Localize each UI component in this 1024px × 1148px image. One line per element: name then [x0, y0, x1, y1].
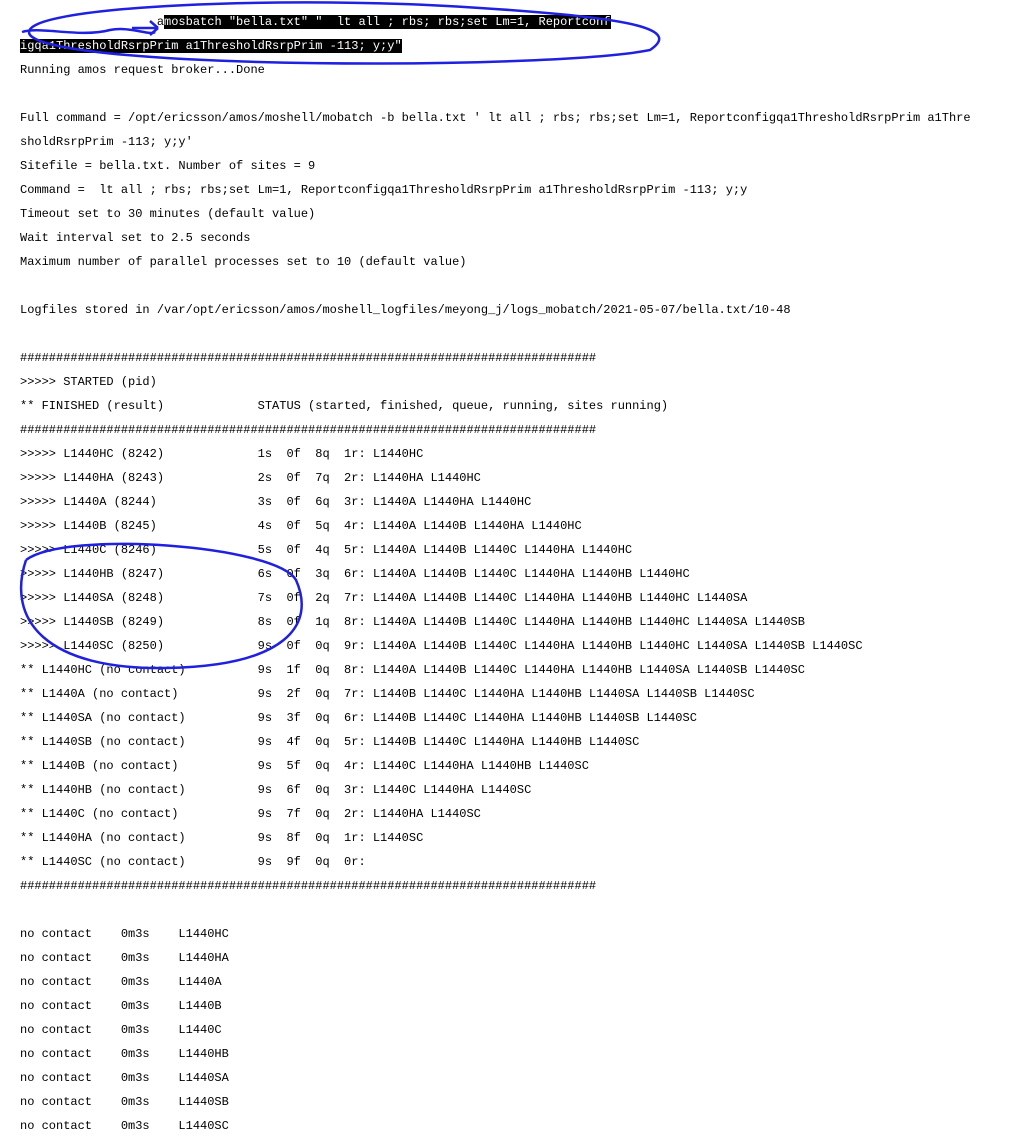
nocontact-row: no contact 0m3s L1440SC: [20, 1120, 1022, 1132]
status-row: >>>>> L1440B (8245) 4s 0f 5q 4r: L1440A …: [20, 520, 1022, 532]
started-header: >>>>> STARTED (pid): [20, 376, 1022, 388]
blank: [20, 280, 1022, 292]
nocontact-row: no contact 0m3s L1440SA: [20, 1072, 1022, 1084]
cmd-line-2: igqa1ThresholdRsrpPrim a1ThresholdRsrpPr…: [20, 40, 1022, 52]
running-line: Running amos request broker...Done: [20, 64, 1022, 76]
full-command-2: sholdRsrpPrim -113; y;y': [20, 136, 1022, 148]
blank: [20, 88, 1022, 100]
status-row: ** L1440HA (no contact) 9s 8f 0q 1r: L14…: [20, 832, 1022, 844]
status-row: >>>>> L1440SC (8250) 9s 0f 0q 9r: L1440A…: [20, 640, 1022, 652]
status-row: >>>>> L1440A (8244) 3s 0f 6q 3r: L1440A …: [20, 496, 1022, 508]
command-line: Command = lt all ; rbs; rbs;set Lm=1, Re…: [20, 184, 1022, 196]
timeout-line: Timeout set to 30 minutes (default value…: [20, 208, 1022, 220]
logfiles-line: Logfiles stored in /var/opt/ericsson/amo…: [20, 304, 1022, 316]
cmd-prefix: a: [157, 15, 164, 29]
nocontact-row: no contact 0m3s L1440A: [20, 976, 1022, 988]
sep-bar: ########################################…: [20, 352, 1022, 364]
status-row: ** L1440B (no contact) 9s 5f 0q 4r: L144…: [20, 760, 1022, 772]
status-row: ** L1440SA (no contact) 9s 3f 0q 6r: L14…: [20, 712, 1022, 724]
blank: [20, 904, 1022, 916]
status-row: ** L1440HB (no contact) 9s 6f 0q 3r: L14…: [20, 784, 1022, 796]
full-command-1: Full command = /opt/ericsson/amos/moshel…: [20, 112, 1022, 124]
nocontact-row: no contact 0m3s L1440SB: [20, 1096, 1022, 1108]
highlighted-command-2: igqa1ThresholdRsrpPrim a1ThresholdRsrpPr…: [20, 39, 402, 53]
status-row: ** L1440HC (no contact) 9s 1f 0q 8r: L14…: [20, 664, 1022, 676]
nocontact-row: no contact 0m3s L1440C: [20, 1024, 1022, 1036]
status-row: ** L1440SC (no contact) 9s 9f 0q 0r:: [20, 856, 1022, 868]
nocontact-row: no contact 0m3s L1440HA: [20, 952, 1022, 964]
status-row: >>>>> L1440HB (8247) 6s 0f 3q 6r: L1440A…: [20, 568, 1022, 580]
sep-bar: ########################################…: [20, 880, 1022, 892]
status-row: >>>>> L1440C (8246) 5s 0f 4q 5r: L1440A …: [20, 544, 1022, 556]
cmd-line-1: amosbatch "bella.txt" " lt all ; rbs; rb…: [20, 16, 1022, 28]
status-row: ** L1440A (no contact) 9s 2f 0q 7r: L144…: [20, 688, 1022, 700]
blank: [20, 328, 1022, 340]
sitefile-line: Sitefile = bella.txt. Number of sites = …: [20, 160, 1022, 172]
status-row: >>>>> L1440SA (8248) 7s 0f 2q 7r: L1440A…: [20, 592, 1022, 604]
status-row: >>>>> L1440HA (8243) 2s 0f 7q 2r: L1440H…: [20, 472, 1022, 484]
highlighted-command-1: mosbatch "bella.txt" " lt all ; rbs; rbs…: [164, 15, 610, 29]
terminal-output: amosbatch "bella.txt" " lt all ; rbs; rb…: [0, 0, 1024, 1148]
status-row: ** L1440C (no contact) 9s 7f 0q 2r: L144…: [20, 808, 1022, 820]
nocontact-row: no contact 0m3s L1440B: [20, 1000, 1022, 1012]
maxp-line: Maximum number of parallel processes set…: [20, 256, 1022, 268]
nocontact-row: no contact 0m3s L1440HC: [20, 928, 1022, 940]
status-row: ** L1440SB (no contact) 9s 4f 0q 5r: L14…: [20, 736, 1022, 748]
nocontact-row: no contact 0m3s L1440HB: [20, 1048, 1022, 1060]
status-row: >>>>> L1440HC (8242) 1s 0f 8q 1r: L1440H…: [20, 448, 1022, 460]
sep-bar: ########################################…: [20, 424, 1022, 436]
status-row: >>>>> L1440SB (8249) 8s 0f 1q 8r: L1440A…: [20, 616, 1022, 628]
wait-line: Wait interval set to 2.5 seconds: [20, 232, 1022, 244]
finished-header: ** FINISHED (result) STATUS (started, fi…: [20, 400, 1022, 412]
